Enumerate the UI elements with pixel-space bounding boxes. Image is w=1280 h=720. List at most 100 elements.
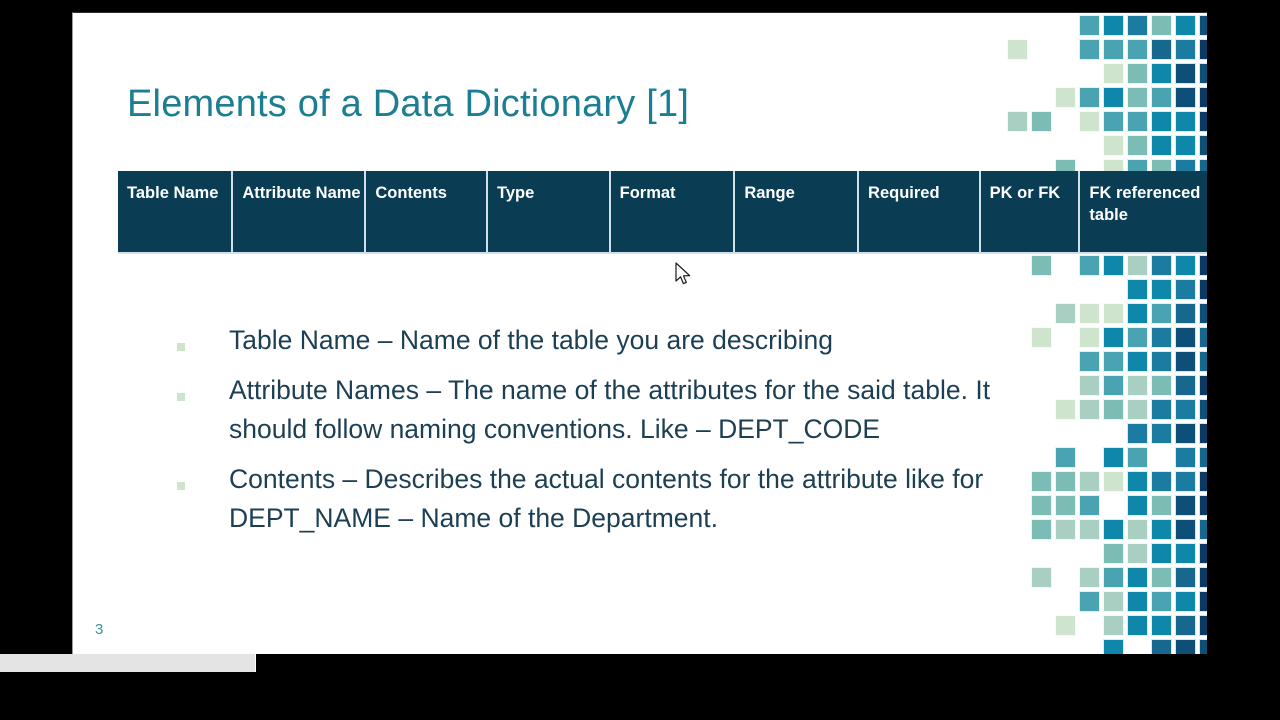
- mosaic-square: [1151, 87, 1172, 108]
- mosaic-square: [1199, 327, 1207, 348]
- mosaic-square: [1175, 111, 1196, 132]
- mosaic-square: [1103, 87, 1124, 108]
- mosaic-square: [1127, 423, 1148, 444]
- mosaic-square: [1175, 375, 1196, 396]
- mosaic-square: [1199, 423, 1207, 444]
- column-header-type: Type: [486, 171, 611, 254]
- mosaic-square: [1151, 303, 1172, 324]
- mosaic-square: [1103, 567, 1124, 588]
- mosaic-square: [1151, 327, 1172, 348]
- mosaic-square: [1199, 255, 1207, 276]
- mosaic-square: [1175, 87, 1196, 108]
- mosaic-square: [1031, 567, 1052, 588]
- mosaic-square: [1127, 447, 1148, 468]
- mosaic-square: [1175, 135, 1196, 156]
- mosaic-square: [1199, 375, 1207, 396]
- column-header-table-name: Table Name: [118, 171, 234, 254]
- mosaic-square: [1151, 39, 1172, 60]
- square-bullet-icon: [177, 343, 185, 351]
- mosaic-square: [1151, 135, 1172, 156]
- mosaic-square: [1127, 543, 1148, 564]
- mosaic-square: [1103, 639, 1124, 654]
- mosaic-square: [1103, 447, 1124, 468]
- mosaic-square: [1127, 255, 1148, 276]
- bullet-list: Table Name – Name of the table you are d…: [173, 321, 1063, 549]
- column-header-required: Required: [858, 171, 981, 254]
- mosaic-square: [1199, 111, 1207, 132]
- mosaic-square: [1079, 519, 1100, 540]
- mosaic-square: [1175, 615, 1196, 636]
- mosaic-square: [1151, 399, 1172, 420]
- mosaic-square: [1031, 255, 1052, 276]
- mosaic-square: [1175, 303, 1196, 324]
- slide-page-number: 3: [95, 621, 104, 638]
- mosaic-square: [1151, 519, 1172, 540]
- mosaic-square: [1199, 495, 1207, 516]
- mosaic-square: [1199, 303, 1207, 324]
- mosaic-square: [1079, 111, 1100, 132]
- mosaic-square: [1103, 351, 1124, 372]
- mosaic-square: [1103, 519, 1124, 540]
- mosaic-square: [1127, 327, 1148, 348]
- mosaic-square: [1079, 255, 1100, 276]
- mosaic-square: [1175, 279, 1196, 300]
- mosaic-square: [1127, 399, 1148, 420]
- mosaic-square: [1199, 351, 1207, 372]
- mosaic-square: [1127, 375, 1148, 396]
- mosaic-square: [1199, 135, 1207, 156]
- mosaic-square: [1079, 303, 1100, 324]
- mosaic-square: [1127, 519, 1148, 540]
- mosaic-square: [1199, 15, 1207, 36]
- mosaic-square: [1079, 15, 1100, 36]
- mosaic-square: [1103, 327, 1124, 348]
- mosaic-square: [1175, 15, 1196, 36]
- mosaic-square: [1151, 471, 1172, 492]
- column-header-range: Range: [734, 171, 860, 254]
- mosaic-square: [1103, 303, 1124, 324]
- mosaic-square: [1151, 255, 1172, 276]
- mosaic-square: [1055, 87, 1076, 108]
- list-item: Table Name – Name of the table you are d…: [173, 321, 1063, 360]
- mosaic-square: [1103, 111, 1124, 132]
- column-header-format: Format: [609, 171, 736, 254]
- mosaic-square: [1103, 63, 1124, 84]
- mosaic-square: [1127, 111, 1148, 132]
- list-item-text: Contents – Describes the actual contents…: [229, 464, 984, 533]
- mosaic-square: [1175, 351, 1196, 372]
- mosaic-square: [1175, 591, 1196, 612]
- mosaic-square: [1127, 591, 1148, 612]
- mosaic-square: [1199, 591, 1207, 612]
- mosaic-square: [1055, 615, 1076, 636]
- mosaic-square: [1079, 87, 1100, 108]
- mosaic-square: [1151, 639, 1172, 654]
- mosaic-square: [1127, 15, 1148, 36]
- mosaic-square: [1127, 495, 1148, 516]
- mosaic-square: [1079, 471, 1100, 492]
- mosaic-square: [1127, 39, 1148, 60]
- mosaic-square: [1079, 375, 1100, 396]
- square-bullet-icon: [177, 482, 185, 490]
- table-header-row: Table Name Attribute Name Contents Type …: [118, 171, 1207, 254]
- mosaic-square: [1151, 351, 1172, 372]
- mosaic-square: [1175, 255, 1196, 276]
- mosaic-square: [1151, 591, 1172, 612]
- mosaic-square: [1175, 567, 1196, 588]
- data-dictionary-header-table: Table Name Attribute Name Contents Type …: [118, 171, 1207, 254]
- mosaic-square: [1103, 15, 1124, 36]
- mosaic-square: [1175, 447, 1196, 468]
- mosaic-square: [1127, 567, 1148, 588]
- mosaic-square: [1079, 351, 1100, 372]
- taskbar-strip[interactable]: [0, 654, 256, 672]
- mosaic-square: [1199, 87, 1207, 108]
- mosaic-square: [1127, 303, 1148, 324]
- mosaic-square: [1175, 639, 1196, 654]
- mosaic-square: [1151, 15, 1172, 36]
- mosaic-square: [1103, 471, 1124, 492]
- column-header-contents: Contents: [365, 171, 488, 254]
- mosaic-square: [1103, 543, 1124, 564]
- screen-background: Elements of a Data Dictionary [1] Table …: [0, 0, 1280, 720]
- mosaic-square: [1127, 279, 1148, 300]
- presentation-slide: Elements of a Data Dictionary [1] Table …: [72, 12, 1207, 654]
- mosaic-square: [1175, 399, 1196, 420]
- mosaic-square: [1127, 615, 1148, 636]
